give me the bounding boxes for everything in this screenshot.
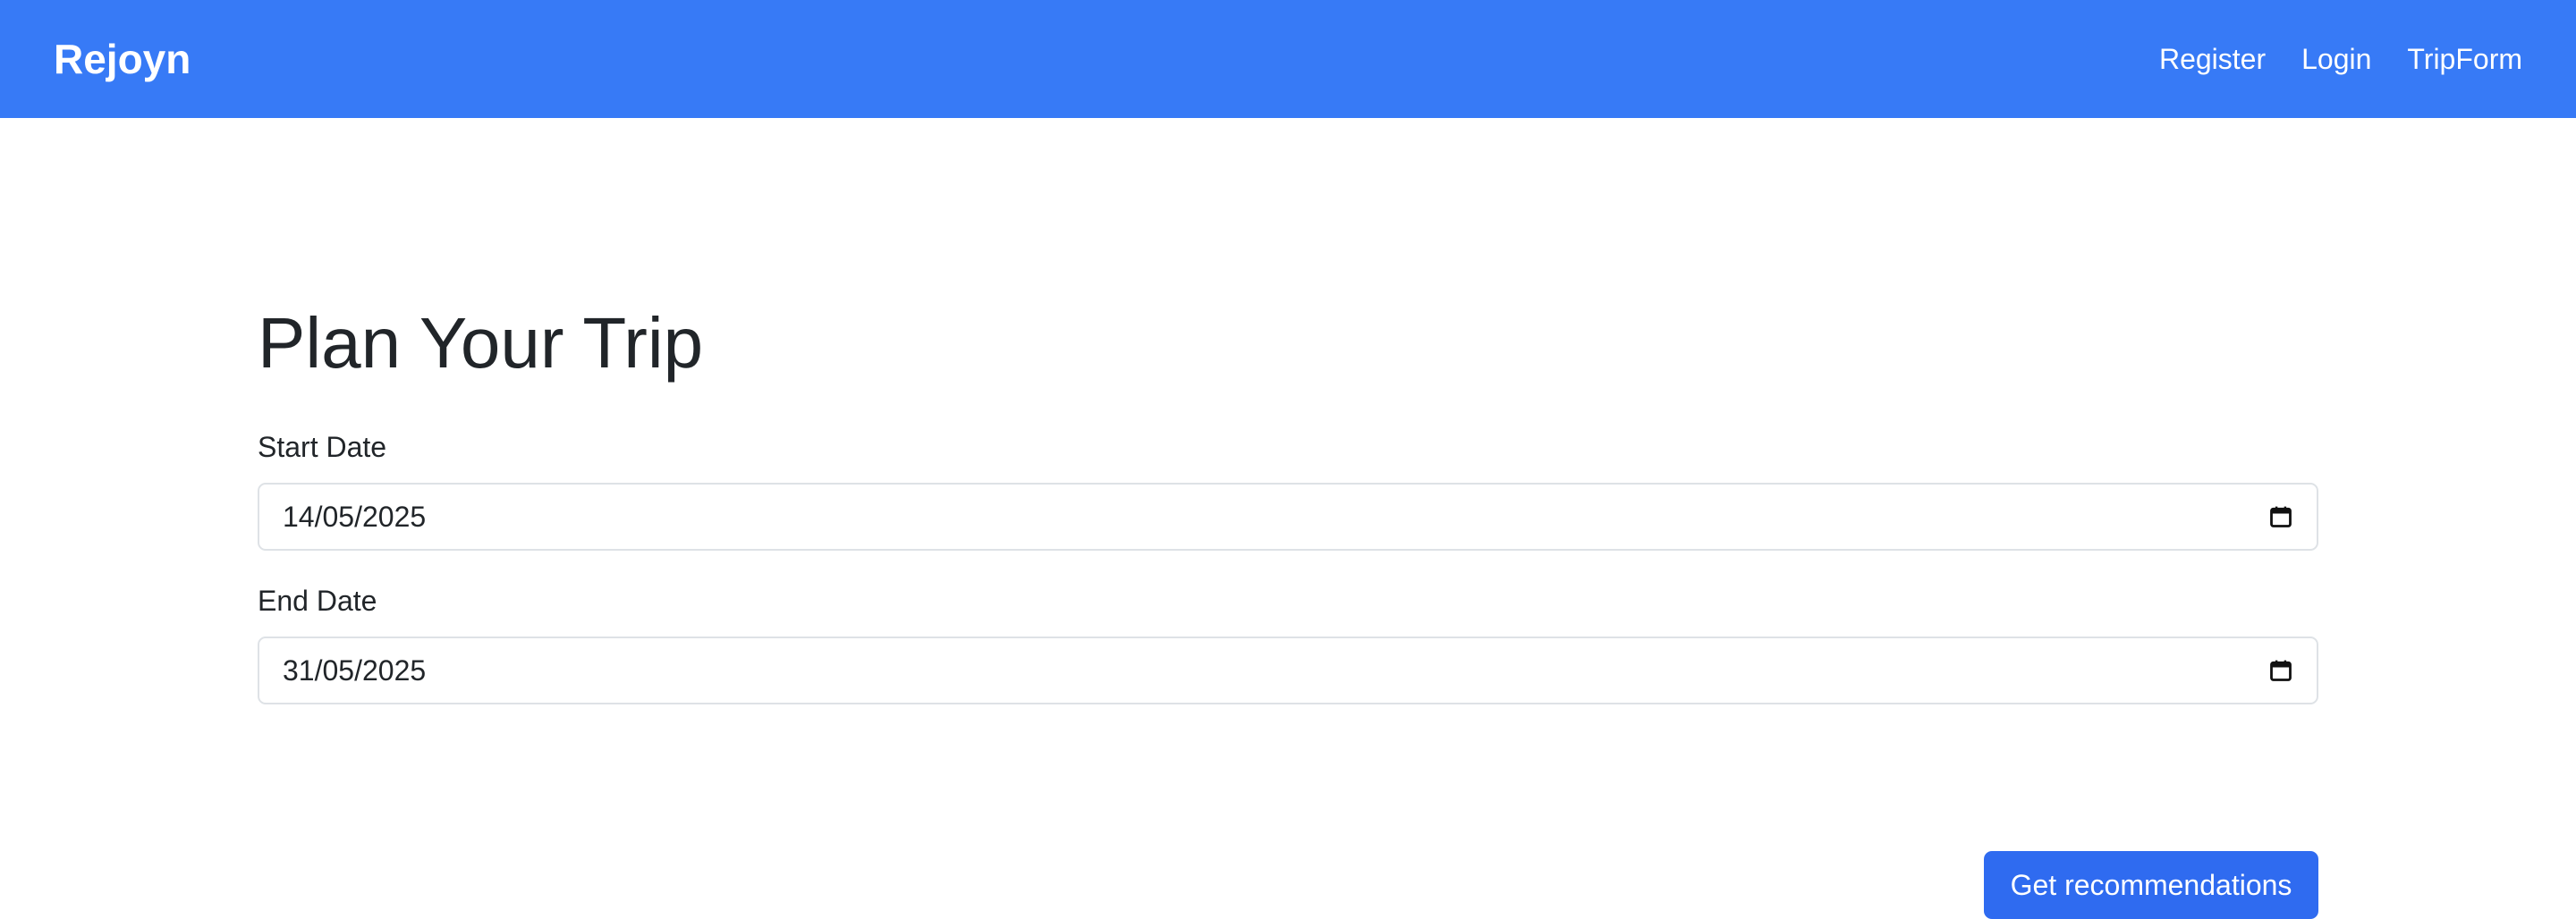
nav-link-register[interactable]: Register [2159,43,2266,76]
calendar-icon[interactable] [2268,504,2293,529]
calendar-icon[interactable] [2268,658,2293,683]
start-date-value: 14/05/2025 [283,500,427,533]
navbar: Rejoyn Register Login TripForm [0,0,2576,118]
nav-link-tripform[interactable]: TripForm [2407,43,2522,76]
page-title: Plan Your Trip [258,303,704,383]
get-recommendations-button[interactable]: Get recommendations [1984,851,2318,919]
nav-links: Register Login TripForm [2159,43,2522,76]
end-date-input[interactable]: 31/05/2025 [258,637,2318,704]
end-date-value: 31/05/2025 [283,653,427,687]
nav-link-login[interactable]: Login [2301,43,2371,76]
start-date-input[interactable]: 14/05/2025 [258,483,2318,551]
start-date-label: Start Date [258,431,387,463]
end-date-label: End Date [258,585,377,617]
brand-logo[interactable]: Rejoyn [54,35,191,83]
